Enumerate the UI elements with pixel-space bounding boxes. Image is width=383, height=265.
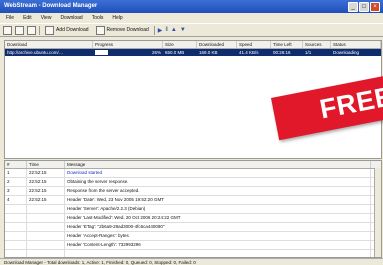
menu-view[interactable]: View [41,14,52,23]
log-message [65,250,371,257]
log-message: Obtaining the server response. [65,178,371,186]
log-row[interactable]: Header 'Server': Apache/2.2.3 (Debian) [5,205,381,214]
log-message: Header 'Last-Modified': Wed, 20 Oct 2006… [65,214,371,222]
log-row[interactable]: Header 'ETag': "2b6a9-28ad3000-4fc6ca440… [5,223,381,232]
close-button[interactable]: × [370,2,380,12]
log-panel: # Time Message 1 22:52:15 Download started… [4,160,382,258]
add-download-label: Add Download [56,27,89,33]
log-row[interactable] [5,250,381,257]
downloads-header: Download Progress Size Downloaded Speed … [5,41,381,49]
log-row[interactable]: 2 22:52:15 Obtaining the server response. [5,178,381,187]
log-message: Header 'Accept-Ranges': bytes [65,232,371,240]
progress-bar [95,50,108,55]
progress-percent: 26% [151,50,161,55]
log-message: Header 'Date': Wed, 23 Nov 2005 19:52:20… [65,196,371,204]
log-num: 2 [5,178,27,186]
log-row[interactable]: Header 'Content-Length': 732993296 [5,241,381,250]
log-scrollbar[interactable] [374,168,381,257]
download-progress: 26% [93,49,163,56]
menu-edit[interactable]: Edit [23,14,32,23]
log-time [27,214,65,222]
col-time[interactable]: Time [27,161,65,168]
log-header: # Time Message [5,161,381,169]
remove-icon [95,25,105,35]
col-speed[interactable]: Speed [237,41,271,48]
download-downloaded: 169.0 KB [199,50,218,55]
up-arrow-icon[interactable]: ▲ [171,27,177,33]
window-title: WebStream - Download Manager [4,3,98,9]
maximize-button[interactable]: □ [359,2,369,12]
toolbar-separator [39,25,40,35]
log-row[interactable]: Header 'Last-Modified': Wed, 20 Oct 2006… [5,214,381,223]
menu-bar: File Edit View Download Tools Help [0,14,383,23]
banner-text: FREE [317,80,383,125]
window-controls: _ □ × [348,2,380,12]
log-time: 22:52:15 [27,169,65,177]
download-time-left: 00:26:16 [273,50,291,55]
col-sources[interactable]: Sources [303,41,331,48]
log-row[interactable]: Header 'Accept-Ranges': bytes [5,232,381,241]
log-num [5,232,27,240]
log-num [5,214,27,222]
col-status[interactable]: Status [331,41,381,48]
log-time [27,241,65,249]
col-num[interactable]: # [5,161,27,168]
log-num [5,241,27,249]
download-status: Downloading [333,50,360,55]
pause-icon[interactable]: ‖ [165,27,167,33]
status-bar: Download Manager - Total downloads: 1, A… [0,258,383,265]
log-num: 4 [5,196,27,204]
download-size: 650.0 MB [165,50,185,55]
menu-file[interactable]: File [6,14,14,23]
log-time [27,223,65,231]
log-num [5,250,27,257]
log-row[interactable]: 1 22:52:15 Download started [5,169,381,178]
start-icon[interactable]: ▶ [158,27,163,34]
log-time: 22:52:15 [27,178,65,186]
toolbar: Add Download Remove Download ▶ ‖ ▲ ▼ [0,23,383,37]
log-time [27,232,65,240]
log-row[interactable]: 3 22:52:15 Response from the server accept… [5,187,381,196]
log-message: Download started [65,169,371,177]
minimize-button[interactable]: _ [348,2,358,12]
add-icon [45,25,54,35]
col-downloaded[interactable]: Downloaded [197,41,237,48]
log-time: 22:52:15 [27,196,65,204]
col-message[interactable]: Message [65,161,371,168]
remove-download-button[interactable]: Remove Download [94,25,151,35]
log-num [5,205,27,213]
log-message: Header 'Content-Length': 732993296 [65,241,371,249]
log-row[interactable]: 4 22:52:15 Header 'Date': Wed, 23 Nov 2005… [5,196,381,205]
download-sources: 1/1 [305,50,312,55]
col-time-left[interactable]: Time Left [271,41,303,48]
new-icon[interactable] [3,25,12,35]
log-num: 3 [5,187,27,195]
down-arrow-icon[interactable]: ▼ [180,27,186,33]
log-num: 1 [5,169,27,177]
toolbar-separator [153,25,155,35]
download-url: http://archive.ubuntu.com/… [7,50,64,55]
download-row[interactable]: http://archive.ubuntu.com/… 26% 650.0 MB… [5,49,381,56]
log-time [27,250,65,257]
app-window: WebStream - Download Manager _ □ × File … [0,0,383,265]
title-bar: WebStream - Download Manager _ □ × [0,0,383,13]
log-message: Header 'Server': Apache/2.2.3 (Debian) [65,205,371,213]
menu-tools[interactable]: Tools [92,14,104,23]
log-rows: 1 22:52:15 Download started 2 22:52:15 Obtain… [5,169,381,257]
log-message: Response from the server accepted. [65,187,371,195]
log-message: Header 'ETag': "2b6a9-28ad3000-4fc6ca440… [65,223,371,231]
download-speed: 41.4 KB/s [239,50,259,55]
remove-download-label: Remove Download [106,27,149,33]
col-download[interactable]: Download [5,41,93,48]
log-time: 22:52:15 [27,187,65,195]
add-download-button[interactable]: Add Download [43,25,91,35]
open-icon[interactable] [15,25,24,35]
menu-download[interactable]: Download [60,14,82,23]
col-size[interactable]: Size [163,41,197,48]
save-icon[interactable] [27,25,36,35]
log-num [5,223,27,231]
menu-help[interactable]: Help [112,14,122,23]
log-time [27,205,65,213]
col-progress[interactable]: Progress [93,41,163,48]
